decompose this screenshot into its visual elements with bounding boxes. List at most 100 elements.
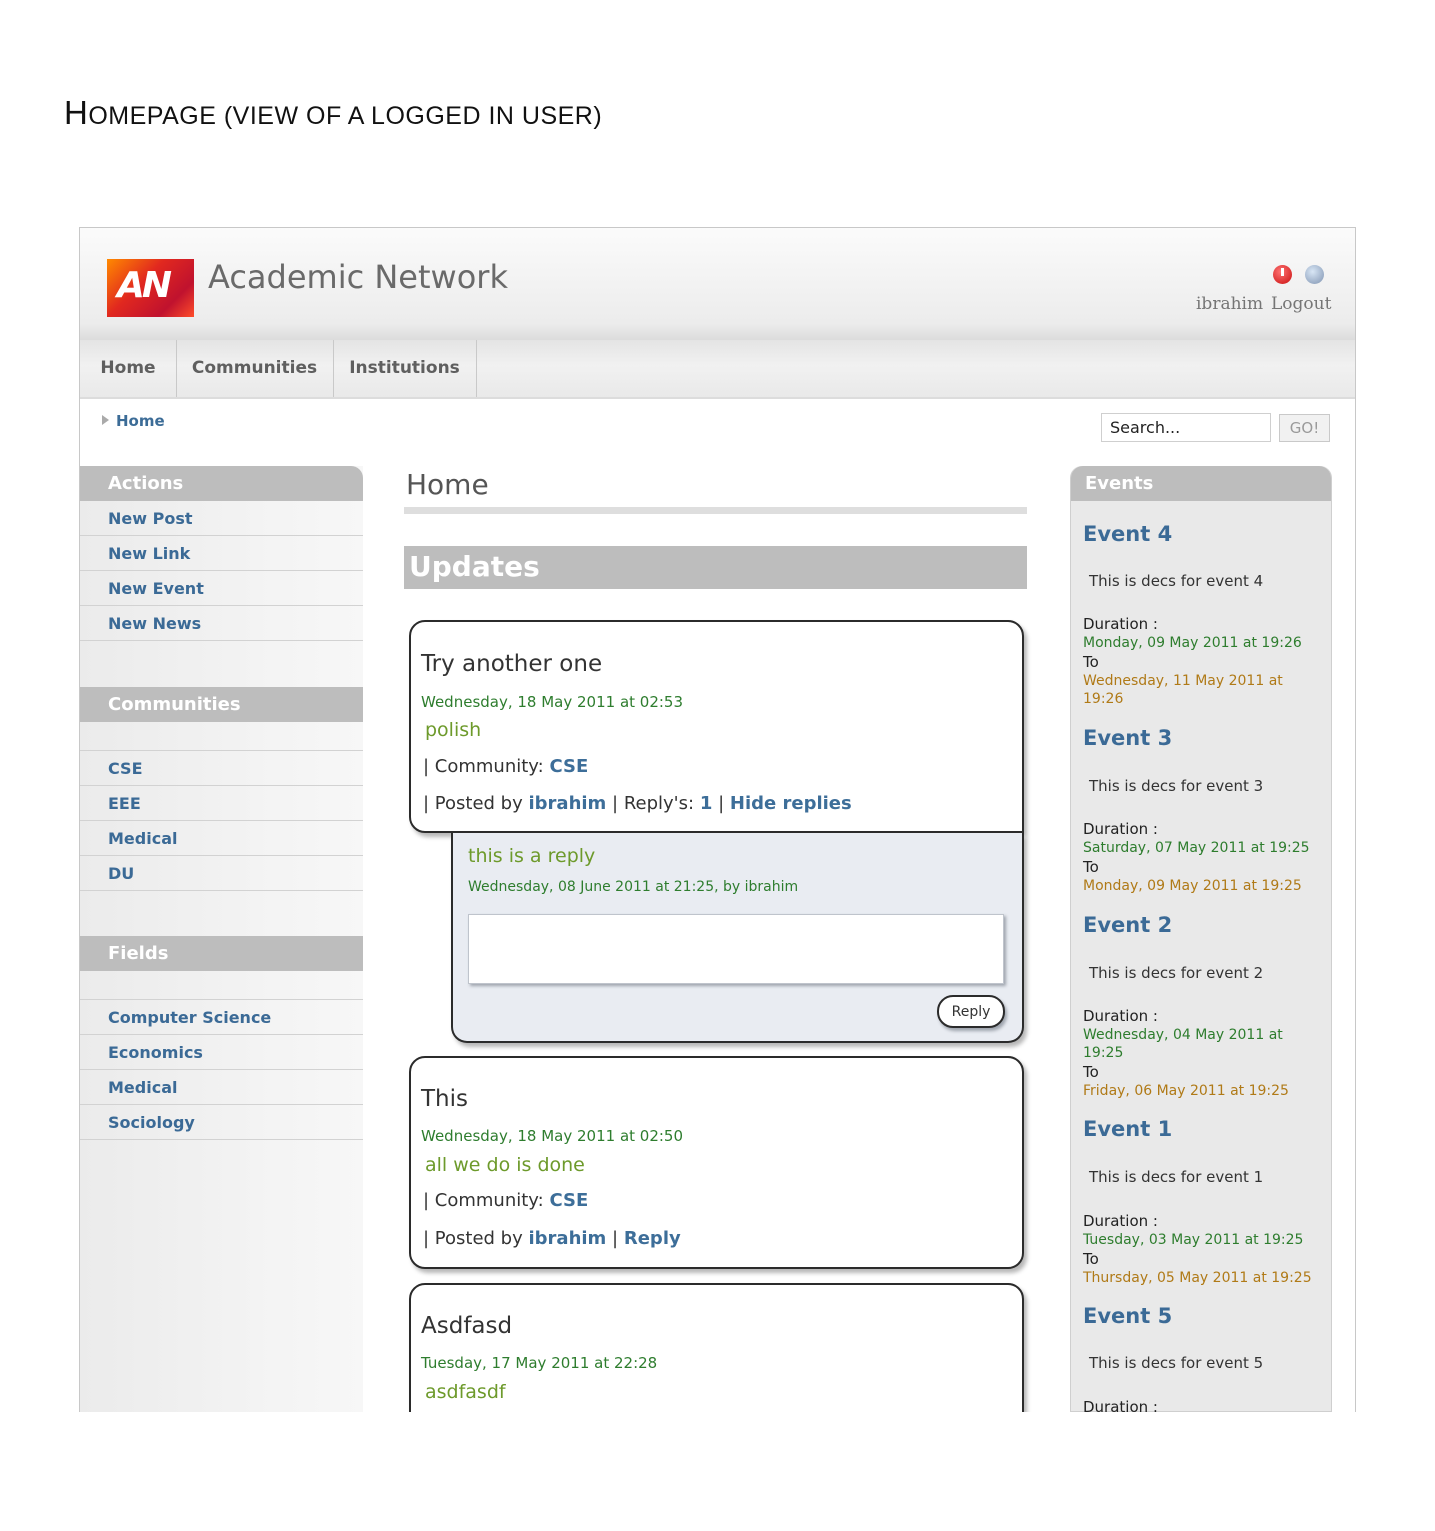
- logo-mark: AN: [117, 265, 172, 306]
- community-link[interactable]: CSE: [80, 751, 363, 786]
- search-go-button[interactable]: GO!: [1279, 414, 1330, 442]
- event-description: This is decs for event 1: [1089, 1168, 1264, 1186]
- left-sidebar: Actions New Post New Link New Event New …: [80, 466, 363, 1412]
- event-title[interactable]: Event 2: [1083, 913, 1172, 937]
- document-title: HOMEPAGE (VIEW OF A LOGGED IN USER): [64, 94, 602, 132]
- post-body: all we do is done: [425, 1154, 585, 1176]
- field-link[interactable]: Medical: [80, 1070, 363, 1105]
- action-new-news[interactable]: New News: [80, 606, 363, 641]
- action-new-link[interactable]: New Link: [80, 536, 363, 571]
- updates-heading-bar: Updates: [404, 546, 1027, 589]
- post-title[interactable]: Asdfasd: [421, 1313, 512, 1339]
- post-community-link[interactable]: CSE: [549, 1190, 588, 1211]
- duration-label: Duration :: [1083, 820, 1158, 838]
- separator: |: [718, 793, 725, 814]
- post-author-line: | Posted by ibrahim | Reply's: 1 | Hide …: [423, 793, 852, 814]
- reply-meta: Wednesday, 08 June 2011 at 21:25, by ibr…: [468, 879, 799, 895]
- logout-link[interactable]: Logout: [1271, 294, 1331, 314]
- replies-panel: this is a reply Wednesday, 08 June 2011 …: [451, 833, 1024, 1043]
- post-author-link[interactable]: ibrahim: [528, 793, 606, 814]
- breadcrumb-arrow-icon: [102, 415, 109, 425]
- action-new-post[interactable]: New Post: [80, 501, 363, 536]
- post-card: Try another one Wednesday, 18 May 2011 a…: [409, 620, 1024, 833]
- duration-label: Duration :: [1083, 1212, 1158, 1230]
- breadcrumb: Home: [102, 412, 165, 430]
- event-title[interactable]: Event 5: [1083, 1304, 1172, 1328]
- posted-by-label: | Posted by: [423, 1228, 523, 1249]
- event-end: Monday, 09 May 2011 at 19:25: [1083, 878, 1302, 894]
- reply-count: 1: [699, 793, 713, 814]
- communities-heading: Communities: [80, 687, 363, 722]
- post-body: polish: [425, 719, 482, 741]
- reply-count-label: | Reply's:: [612, 793, 695, 814]
- event-title[interactable]: Event 4: [1083, 522, 1172, 546]
- post-title[interactable]: This: [421, 1086, 468, 1112]
- event-end: Wednesday, 11 May 2011 at 19:26: [1083, 673, 1283, 707]
- post-author-link[interactable]: ibrahim: [528, 1228, 606, 1249]
- page-title: Home: [406, 468, 489, 501]
- browser-screenshot: AN Academic Network ibrahim Logout Home …: [79, 227, 1356, 1412]
- updates-heading: Updates: [409, 550, 540, 583]
- event-title[interactable]: Event 1: [1083, 1117, 1172, 1141]
- post-community-line: | Community: CSE: [423, 756, 588, 777]
- duration-label: Duration :: [1083, 1007, 1158, 1025]
- community-link[interactable]: DU: [80, 856, 363, 891]
- separator: |: [612, 1228, 619, 1249]
- actions-heading: Actions: [80, 466, 363, 501]
- fields-heading: Fields: [80, 936, 363, 971]
- post-date: Wednesday, 18 May 2011 at 02:50: [421, 1127, 684, 1145]
- post-title[interactable]: Try another one: [421, 651, 602, 677]
- post-card: This Wednesday, 18 May 2011 at 02:50 all…: [409, 1056, 1024, 1269]
- field-link[interactable]: Sociology: [80, 1105, 363, 1140]
- nav-communities[interactable]: Communities: [176, 340, 334, 397]
- event-end: Friday, 06 May 2011 at 19:25: [1083, 1083, 1289, 1099]
- post-date: Wednesday, 18 May 2011 at 02:53: [421, 693, 684, 711]
- nav-home[interactable]: Home: [80, 340, 177, 397]
- field-link[interactable]: Economics: [80, 1035, 363, 1070]
- reply-textarea[interactable]: [468, 914, 1004, 984]
- duration-label: Duration :: [1083, 615, 1158, 633]
- document-title-initial: H: [64, 94, 89, 131]
- event-start: Saturday, 07 May 2011 at 19:25: [1083, 840, 1310, 856]
- power-icon[interactable]: [1273, 265, 1292, 284]
- event-title[interactable]: Event 3: [1083, 726, 1172, 750]
- community-label: | Community:: [423, 756, 544, 777]
- breadcrumb-home-link[interactable]: Home: [116, 412, 165, 430]
- to-label: To: [1083, 653, 1099, 671]
- reply-link[interactable]: Reply: [624, 1228, 681, 1249]
- post-body: asdfasdf: [425, 1381, 506, 1403]
- community-label: | Community:: [423, 1190, 544, 1211]
- globe-icon[interactable]: [1305, 265, 1324, 284]
- to-label: To: [1083, 1063, 1099, 1081]
- post-author-line: | Posted by ibrahim | Reply: [423, 1228, 681, 1249]
- post-community-line: | Community: CSE: [423, 1190, 588, 1211]
- search-input[interactable]: [1101, 413, 1271, 442]
- community-link[interactable]: EEE: [80, 786, 363, 821]
- event-start: Wednesday, 04 May 2011 at 19:25: [1083, 1027, 1283, 1061]
- post-card: Asdfasd Tuesday, 17 May 2011 at 22:28 as…: [409, 1283, 1024, 1412]
- action-new-event[interactable]: New Event: [80, 571, 363, 606]
- user-profile-link[interactable]: ibrahim: [1196, 294, 1263, 314]
- event-end: Thursday, 05 May 2011 at 19:25: [1083, 1270, 1312, 1286]
- field-link[interactable]: Computer Science: [80, 1000, 363, 1035]
- event-start: Tuesday, 03 May 2011 at 19:25: [1083, 1232, 1304, 1248]
- event-description: This is decs for event 2: [1089, 964, 1264, 982]
- site-header: AN Academic Network ibrahim Logout: [80, 228, 1355, 340]
- nav-institutions[interactable]: Institutions: [333, 340, 477, 397]
- to-label: To: [1083, 1250, 1099, 1268]
- site-title: Academic Network: [208, 258, 508, 296]
- reply-button[interactable]: Reply: [937, 995, 1005, 1028]
- event-description: This is decs for event 3: [1089, 777, 1264, 795]
- site-logo[interactable]: AN: [107, 259, 194, 317]
- post-community-link[interactable]: CSE: [549, 756, 588, 777]
- to-label: To: [1083, 858, 1099, 876]
- events-sidebar: Events Event 4 This is decs for event 4 …: [1070, 466, 1332, 1412]
- event-start: Monday, 09 May 2011 at 19:26: [1083, 635, 1302, 651]
- events-heading: Events: [1071, 466, 1331, 501]
- title-rule: [404, 507, 1027, 514]
- hide-replies-link[interactable]: Hide replies: [730, 793, 852, 814]
- document-title-rest: OMEPAGE (VIEW OF A LOGGED IN USER): [88, 102, 603, 130]
- event-description: This is decs for event 4: [1089, 572, 1264, 590]
- community-link[interactable]: Medical: [80, 821, 363, 856]
- main-nav: Home Communities Institutions: [80, 340, 1355, 399]
